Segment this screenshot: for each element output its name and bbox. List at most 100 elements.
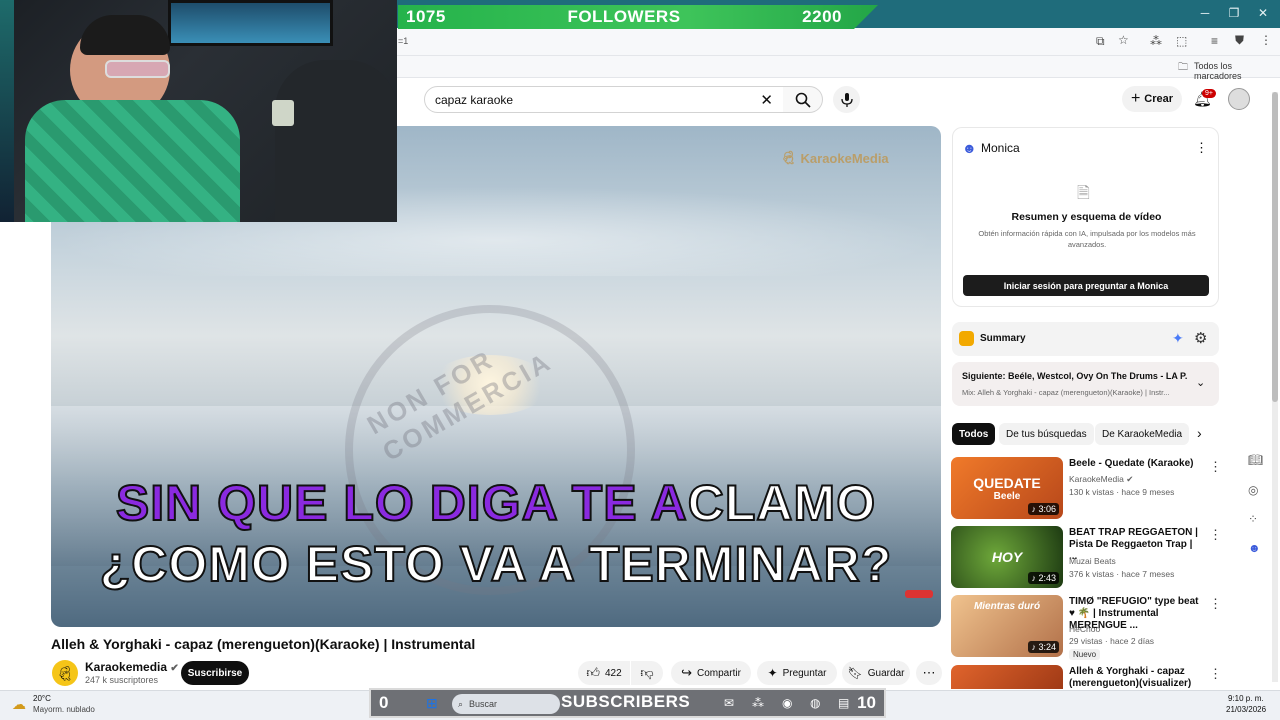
rec-title-4[interactable]: Alleh & Yorghaki - capaz (merengueton)(v…: [1069, 666, 1199, 690]
apps-icon[interactable]: ⁘: [1248, 512, 1258, 526]
scrollbar-thumb[interactable]: [1272, 92, 1278, 402]
chevron-right-icon[interactable]: ›: [1197, 425, 1202, 441]
rec-thumbnail-2[interactable]: HOY ♪ 2:43: [951, 526, 1063, 588]
monica-title: Monica: [981, 141, 1020, 155]
weather-temp[interactable]: 20°C: [33, 694, 51, 703]
chevron-down-icon[interactable]: ⌄: [1196, 376, 1205, 389]
extensions-icon[interactable]: ⬚: [1176, 34, 1187, 48]
rec-meta-1: 130 k vistas · hace 9 meses: [1069, 487, 1175, 497]
settings-gear-icon[interactable]: ⚙: [1194, 329, 1207, 347]
bookmark-star-icon[interactable]: ☆: [1118, 33, 1129, 47]
streamer-shirt: [25, 100, 240, 222]
ask-button[interactable]: ✦ Preguntar: [757, 661, 837, 685]
monica-login-button[interactable]: Iniciar sesión para preguntar a Monica: [963, 275, 1209, 296]
next-in-mix-card[interactable]: Siguiente: Beéle, Westcol, Ovy On The Dr…: [952, 362, 1219, 406]
like-count: 422: [604, 667, 622, 679]
clock-time[interactable]: 9:10 p. m.: [1228, 694, 1264, 703]
subscribers-goal-bar: 0 SUBSCRIBERS 10: [369, 688, 886, 718]
word-icon[interactable]: ▤: [838, 696, 849, 710]
weather-icon: ☁: [12, 696, 26, 712]
channel-avatar[interactable]: 🕺︎: [52, 660, 78, 686]
rec-thumbnail-4[interactable]: [951, 665, 1063, 689]
duration-value: 3:06: [1038, 504, 1056, 514]
windows-start-icon[interactable]: ⊞: [426, 695, 438, 712]
duration-badge: ♪ 2:43: [1028, 572, 1059, 584]
chip-todos[interactable]: Todos: [952, 423, 996, 445]
thumb-subtext: Beele: [993, 490, 1021, 502]
chip-from-searches[interactable]: De tus búsquedas: [999, 423, 1094, 445]
karaokemedia-logo: 🕺︎ KaraokeMedia: [780, 150, 889, 166]
shield-icon[interactable]: ⛊: [1235, 33, 1244, 48]
thumb-text: QUEDATE: [973, 474, 1041, 491]
rec-channel-name: KaraokeMedia: [1069, 474, 1124, 484]
account-avatar[interactable]: [1228, 88, 1250, 110]
search-value: capaz karaoke: [435, 92, 514, 107]
menu-dots-icon[interactable]: ⋮: [1260, 33, 1272, 47]
summary-bar[interactable]: Summary ✦ ⚙: [952, 322, 1219, 356]
save-button[interactable]: 🔖︎ Guardar: [842, 661, 910, 685]
rec-title-1[interactable]: Beele - Quedate (Karaoke): [1069, 458, 1199, 470]
second-person: [275, 60, 397, 222]
dancer-icon: 🕺︎: [780, 150, 797, 165]
lyric-line-1: SIN QUE LO DIGA TE ACLAMO: [51, 474, 941, 532]
webcam-overlay: [0, 0, 397, 222]
search-input[interactable]: capaz karaoke ✕: [424, 86, 784, 113]
channel-name[interactable]: Karaokemedia ✔: [85, 660, 179, 674]
minimize-button[interactable]: ─: [1195, 6, 1215, 20]
reading-list-icon[interactable]: ≡: [1211, 34, 1218, 48]
rec-thumbnail-1[interactable]: QUEDATE Beele ♪ 3:06: [951, 457, 1063, 519]
search-icon: ⌕: [458, 698, 464, 709]
rec-thumbnail-3[interactable]: Mientras duró ♪ 3:24: [951, 595, 1063, 657]
logo-text: KaraokeMedia: [800, 150, 889, 166]
lyric-line-1-rest: CLAMO: [687, 474, 877, 532]
rec-menu-icon[interactable]: ⋮: [1209, 527, 1222, 543]
chip-from-channel[interactable]: De KaraokeMedia: [1095, 423, 1190, 445]
lyric-line-2: ¿COMO ESTO VA A TERMINAR?: [99, 535, 893, 593]
maximize-button[interactable]: ❐: [1224, 6, 1244, 20]
rec-channel-2[interactable]: Muzai Beats: [1069, 556, 1116, 566]
more-actions-button[interactable]: ⋯: [916, 661, 942, 685]
monica-menu-icon[interactable]: ⋮: [1195, 140, 1208, 156]
subscribe-button[interactable]: Suscribirse: [181, 661, 249, 685]
clear-search-icon[interactable]: ✕: [760, 91, 773, 109]
duration-badge: ♪ 3:06: [1028, 503, 1059, 515]
rec-channel-1[interactable]: KaraokeMedia ✔: [1069, 474, 1133, 485]
monica-description: Obtén información rápida con IA, impulsa…: [978, 229, 1196, 249]
rec-menu-icon[interactable]: ⋮: [1209, 596, 1222, 612]
background-monitor: [168, 0, 333, 46]
teams-icon[interactable]: ⁂: [752, 696, 764, 710]
rec-menu-icon[interactable]: ⋮: [1209, 459, 1222, 475]
translate-icon[interactable]: ⁂: [1150, 34, 1162, 48]
figure-prop: [272, 100, 294, 126]
rec-menu-icon[interactable]: ⋮: [1209, 666, 1222, 682]
dislike-button[interactable]: 👎︎: [631, 661, 663, 685]
followers-label: FOLLOWERS: [567, 7, 681, 26]
create-button[interactable]: + Crear: [1122, 86, 1182, 112]
share-button[interactable]: ↪ Compartir: [671, 661, 751, 685]
monica-side-icon[interactable]: ☻: [1248, 541, 1261, 555]
outlook-icon[interactable]: ✉: [724, 696, 734, 710]
fingerprint-icon[interactable]: ◎: [1248, 483, 1258, 497]
create-label: Crear: [1144, 93, 1174, 105]
monica-heading: Resumen y esquema de vídeo: [1011, 211, 1162, 223]
book-icon[interactable]: 📖︎: [1248, 453, 1263, 467]
chrome-icon[interactable]: ◍: [810, 696, 820, 710]
rec-channel-3[interactable]: HeChoo: [1069, 624, 1100, 634]
document-icon: 🗎: [1077, 185, 1090, 202]
taskbar-search[interactable]: ⌕ Buscar: [452, 694, 560, 714]
clock-date: 21/03/2026: [1226, 705, 1267, 714]
video-title: Alleh & Yorghaki - capaz (merengueton)(K…: [51, 636, 476, 652]
voice-search-button[interactable]: [833, 86, 860, 113]
notification-count-badge: 9+: [1202, 89, 1216, 98]
app-icon[interactable]: ◉: [782, 696, 792, 710]
address-url[interactable]: =1: [398, 36, 408, 46]
install-icon[interactable]: ⧉: [1096, 34, 1105, 49]
like-button[interactable]: 👍︎ 422: [578, 661, 630, 685]
search-button[interactable]: [783, 86, 823, 113]
all-bookmarks-link[interactable]: Todos los marcadores: [1194, 61, 1280, 81]
sparkle-icon[interactable]: ✦: [1172, 330, 1184, 347]
followers-goal-bar: 1075 FOLLOWERS 2200: [398, 5, 878, 29]
share-icon: ↪: [681, 665, 692, 680]
duration-value: 3:24: [1038, 642, 1056, 652]
close-window-button[interactable]: ✕: [1253, 6, 1273, 20]
